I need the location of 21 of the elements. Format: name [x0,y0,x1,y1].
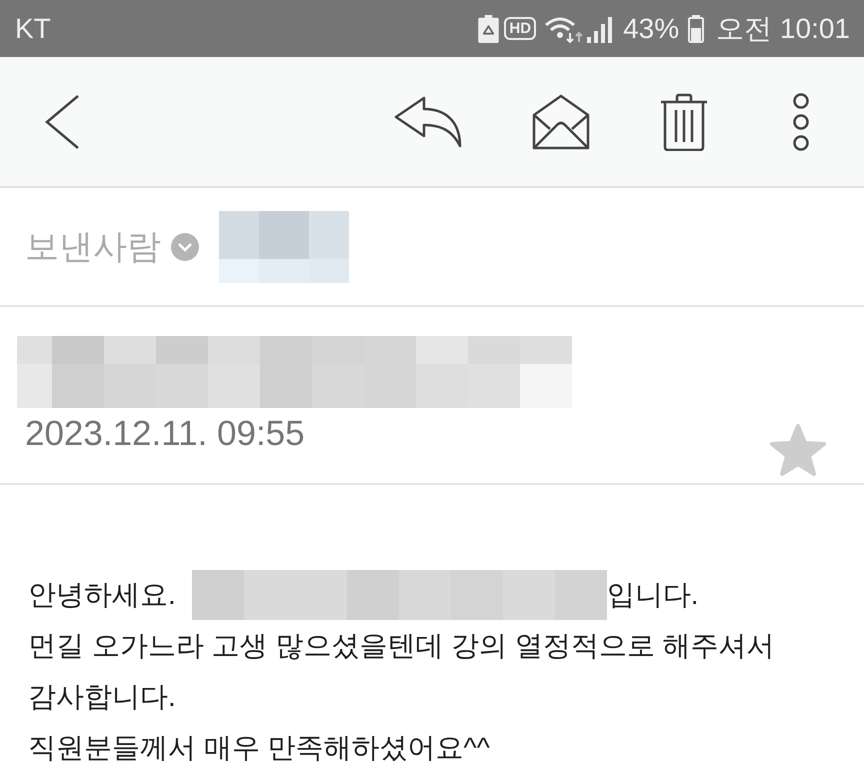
sender-label: 보낸사람 [25,226,161,268]
battery-percent: 43% [623,12,680,44]
body-paragraph: 직원분들께서 매우 만족해하셨어요^^ [28,731,491,765]
trash-icon [660,92,708,150]
reply-button[interactable] [392,94,464,150]
battery-icon [688,14,704,42]
body-text: 입니다. [606,578,699,612]
body-text: 안녕하세요. [28,578,176,612]
body-paragraph: 먼길 오가느라 고생 많으셨을텐데 강의 열정적으로 해주셔서 감사합니다. [28,629,776,714]
battery-saver-icon [478,14,500,42]
envelope-icon [532,94,590,150]
clock-time: 오전 10:01 [716,12,850,46]
star-icon[interactable] [768,422,828,478]
more-dots-icon [792,92,810,150]
signal-icon [587,14,614,42]
chevron-left-icon [44,94,80,150]
reply-arrow-icon [394,96,462,148]
carrier-name: KT [15,12,51,44]
wifi-icon [544,14,584,42]
sent-date: 2023.12.11. 09:55 [25,413,305,455]
hd-badge: HD [504,17,536,40]
